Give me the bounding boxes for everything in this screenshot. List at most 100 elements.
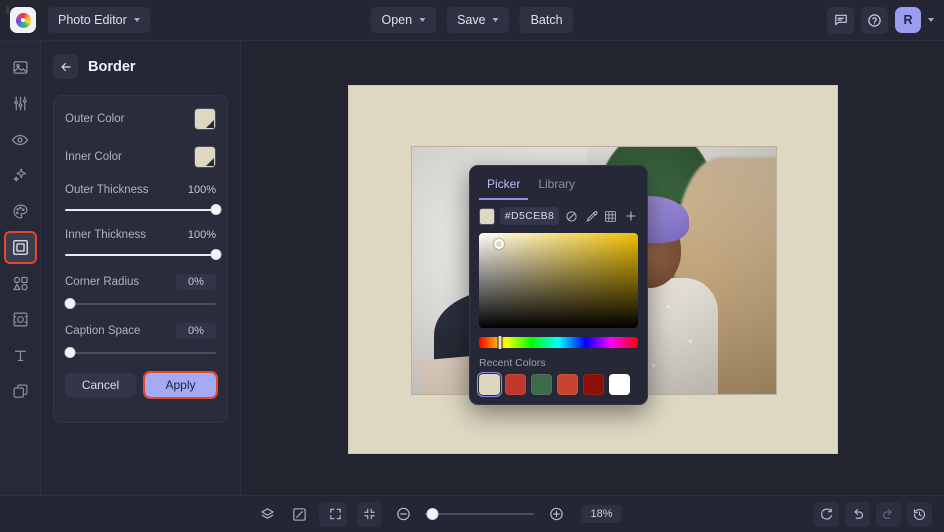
color-picker-popup[interactable]: Picker Library #D5CEB8 <box>469 165 648 405</box>
palette-icon <box>12 203 29 220</box>
sidebar-item-effects[interactable] <box>6 161 35 190</box>
image-icon <box>12 59 29 76</box>
reset-button[interactable] <box>814 502 839 527</box>
top-actions: Open Save Batch <box>370 7 573 33</box>
recent-color-swatch[interactable] <box>505 374 526 395</box>
compare-button[interactable] <box>287 502 312 527</box>
undo-button[interactable] <box>845 502 870 527</box>
caption-space-slider[interactable] <box>65 347 216 359</box>
outer-thickness-value: 100% <box>180 184 216 196</box>
corner-radius-slider[interactable] <box>65 298 216 310</box>
sidebar-item-color[interactable] <box>6 197 35 226</box>
canvas-area[interactable]: Picker Library #D5CEB8 <box>241 41 944 495</box>
inner-thickness-label: Inner Thickness <box>65 229 146 241</box>
text-icon <box>12 347 29 364</box>
bottom-right-tools <box>814 502 932 527</box>
inner-color-swatch[interactable] <box>194 146 216 168</box>
batch-button[interactable]: Batch <box>520 7 574 33</box>
bottom-toolbar: 18% <box>0 495 944 532</box>
recent-color-swatch[interactable] <box>583 374 604 395</box>
border-panel: Border Outer Color Inner Color Outer Thi… <box>41 41 241 495</box>
outer-color-swatch[interactable] <box>194 108 216 130</box>
logo-icon[interactable] <box>10 7 36 33</box>
recent-color-swatch[interactable] <box>531 374 552 395</box>
eyedropper-icon <box>585 210 598 223</box>
outer-color-label: Outer Color <box>65 113 124 125</box>
top-toolbar: Photo Editor Open Save Batch <box>0 0 944 41</box>
sidebar-item-retouch[interactable] <box>6 125 35 154</box>
sliders-icon <box>12 95 29 112</box>
zoom-out-icon <box>395 506 411 522</box>
page-title: Border <box>88 59 136 75</box>
border-settings-card: Outer Color Inner Color Outer Thickness … <box>53 95 228 423</box>
zoom-out-button[interactable] <box>390 502 415 527</box>
account-chevron-down-icon[interactable] <box>928 18 934 22</box>
inner-color-label: Inner Color <box>65 151 122 163</box>
comment-icon <box>834 13 848 27</box>
recent-color-swatch[interactable] <box>609 374 630 395</box>
recent-color-swatch[interactable] <box>557 374 578 395</box>
saturation-value-area[interactable] <box>479 233 638 328</box>
sidebar-item-adjust[interactable] <box>6 89 35 118</box>
zoom-slider-handle[interactable] <box>426 508 438 520</box>
border-icon <box>12 239 29 256</box>
save-button[interactable]: Save <box>446 7 510 33</box>
inner-color-row: Inner Color <box>65 146 216 168</box>
avatar[interactable]: R <box>895 7 921 33</box>
eye-icon <box>11 131 29 149</box>
add-color-button[interactable] <box>623 208 638 224</box>
caption-space-value[interactable]: 0% <box>176 323 216 339</box>
hex-input[interactable]: #D5CEB8 <box>500 207 560 225</box>
grid-palette-button[interactable] <box>604 208 619 224</box>
sv-handle[interactable] <box>494 239 504 249</box>
outer-thickness-control: Outer Thickness 100% <box>65 184 216 216</box>
save-button-label: Save <box>457 13 486 27</box>
open-button[interactable]: Open <box>370 7 436 33</box>
hue-handle[interactable] <box>497 335 502 350</box>
zoom-in-icon <box>548 506 564 522</box>
redo-button[interactable] <box>876 502 901 527</box>
no-color-icon <box>565 210 578 223</box>
reset-icon <box>819 507 834 522</box>
zoom-slider[interactable] <box>424 508 534 520</box>
hex-row: #D5CEB8 <box>470 200 647 232</box>
recent-color-swatch[interactable] <box>479 374 500 395</box>
arrow-left-icon <box>59 60 73 74</box>
sidebar-item-overlay[interactable] <box>6 377 35 406</box>
tab-picker[interactable]: Picker <box>479 173 528 200</box>
sidebar-item-text[interactable] <box>6 341 35 370</box>
sidebar-item-image[interactable] <box>6 53 35 82</box>
layers-button[interactable] <box>255 502 280 527</box>
hue-slider[interactable] <box>479 337 638 348</box>
inner-thickness-slider[interactable] <box>65 249 216 261</box>
zoom-level-value[interactable]: 18% <box>581 505 621 523</box>
current-color-swatch[interactable] <box>479 208 495 225</box>
recent-colors-list <box>470 374 647 395</box>
fit-screen-button[interactable] <box>322 502 347 527</box>
back-button[interactable] <box>53 54 78 79</box>
feedback-button[interactable] <box>827 7 854 34</box>
actual-size-icon <box>362 507 376 521</box>
picker-tabs: Picker Library <box>470 166 647 200</box>
corner-radius-value[interactable]: 0% <box>176 274 216 290</box>
sidebar-item-frame[interactable] <box>6 305 35 334</box>
cancel-button[interactable]: Cancel <box>65 373 136 397</box>
outer-thickness-slider[interactable] <box>65 204 216 216</box>
frame-icon <box>12 311 29 328</box>
eyedropper-button[interactable] <box>584 208 599 224</box>
app-menu-photo-editor[interactable]: Photo Editor <box>48 7 150 33</box>
chevron-down-icon <box>134 18 140 22</box>
apply-button[interactable]: Apply <box>145 373 216 397</box>
sidebar-item-border[interactable] <box>6 233 35 262</box>
no-color-button[interactable] <box>564 208 579 224</box>
caption-space-label: Caption Space <box>65 325 140 337</box>
batch-button-label: Batch <box>531 13 563 27</box>
sidebar-item-shapes[interactable] <box>6 269 35 298</box>
tab-library[interactable]: Library <box>530 173 583 200</box>
zoom-in-button[interactable] <box>543 502 568 527</box>
help-button[interactable] <box>861 7 888 34</box>
layers-icon <box>260 507 275 522</box>
recent-colors-label: Recent Colors <box>470 348 647 374</box>
history-button[interactable] <box>907 502 932 527</box>
actual-size-button[interactable] <box>356 502 381 527</box>
